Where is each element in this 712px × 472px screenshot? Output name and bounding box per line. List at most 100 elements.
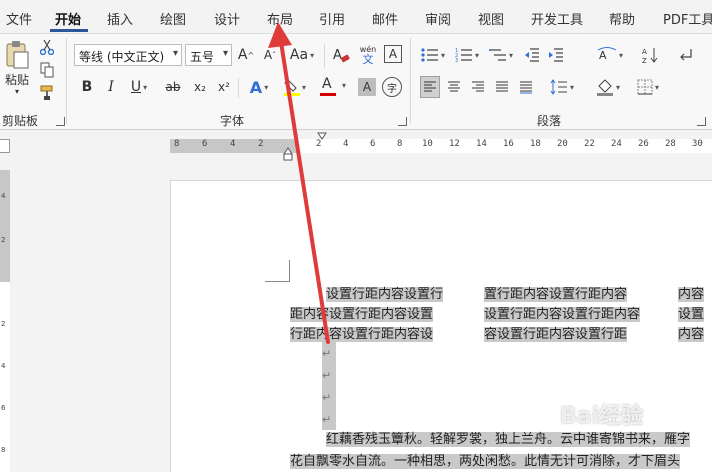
grow-font-button[interactable]: A ^ (236, 44, 256, 66)
column-3-line-1[interactable]: 内容 (678, 285, 705, 305)
shading-icon[interactable]: ▾ (592, 76, 624, 98)
align-center-icon[interactable] (444, 76, 464, 98)
change-case-button[interactable]: Aa ▾ (284, 44, 320, 66)
phonetic-guide-button[interactable]: wén 文 (356, 42, 380, 68)
tab-selector[interactable] (0, 139, 10, 153)
ruler-number: 4 (1, 192, 6, 200)
group-divider (238, 78, 239, 98)
tab-developer[interactable]: 开发工具 (531, 9, 583, 28)
tab-references[interactable]: 引用 (319, 9, 345, 28)
shrink-font-button[interactable]: Aˇ (260, 44, 280, 66)
ruler-number: 24 (611, 139, 622, 149)
indent-markers-icon[interactable] (282, 132, 328, 162)
character-border-button[interactable]: A (384, 45, 402, 63)
strikethrough-button[interactable]: ab (162, 76, 184, 98)
ruler-number: 28 (665, 139, 676, 149)
paragraph-mark-icon: ↵ (322, 391, 332, 404)
paragraph-mark-icon: ↵ (322, 347, 332, 360)
svg-text:A: A (333, 48, 342, 63)
chevron-down-icon[interactable]: ▾ (223, 48, 228, 59)
sort-icon[interactable]: AZ (640, 44, 662, 66)
tab-pdf-tools[interactable]: PDF工具 (663, 9, 712, 28)
tab-file[interactable]: 文件 (6, 9, 32, 28)
ruler-number: 22 (584, 139, 595, 149)
tab-layout[interactable]: 布局 (267, 9, 293, 28)
ruler-number: 2 (1, 320, 6, 328)
subscript-button[interactable]: x₂ (190, 76, 210, 98)
justify-icon[interactable] (492, 76, 512, 98)
column-2-line-3[interactable]: 容设置行距内容设置行距 (484, 325, 628, 345)
ruler-number: 20 (557, 139, 568, 149)
tab-draw[interactable]: 绘图 (160, 9, 186, 28)
column-3-line-2[interactable]: 设置 (678, 305, 705, 325)
font-size-value: 五号 (190, 50, 215, 64)
chinese-layout-icon[interactable]: A ▾ (594, 44, 626, 66)
align-right-icon[interactable] (468, 76, 488, 98)
group-divider (410, 38, 411, 124)
paste-label[interactable]: 粘贴 (2, 72, 32, 87)
enclose-characters-button[interactable]: 字 (382, 77, 402, 97)
column-1-line-3[interactable]: 行距内容设置行距内容设 (290, 325, 434, 345)
paragraph-launcher-icon[interactable] (697, 117, 706, 126)
character-shading-button[interactable]: A (358, 78, 376, 96)
numbering-icon[interactable]: 1 2 3 ▾ (452, 44, 482, 66)
font-name-combo[interactable]: 等线 (中文正文) ▾ (74, 44, 182, 66)
ruler-number: 14 (476, 139, 487, 149)
highlight-button[interactable]: ▾ (280, 76, 310, 98)
chevron-down-icon[interactable]: ▾ (173, 48, 178, 59)
poem-line-2[interactable]: 花自飘零水自流。一种相思，两处闲愁。此情无计可消除，才下眉头 (290, 452, 681, 472)
font-launcher-icon[interactable] (398, 117, 407, 126)
tab-mailings[interactable]: 邮件 (372, 9, 398, 28)
superscript-button[interactable]: x² (214, 76, 234, 98)
show-formatting-icon[interactable] (674, 44, 696, 66)
clipboard-launcher-icon[interactable] (56, 117, 65, 126)
clear-formatting-icon[interactable]: A (330, 44, 352, 66)
font-name-value: 等线 (中文正文) (79, 50, 165, 64)
tab-home[interactable]: 开始 (55, 9, 81, 28)
tab-review[interactable]: 审阅 (425, 9, 451, 28)
tab-help[interactable]: 帮助 (609, 9, 635, 28)
bullets-icon[interactable]: ▾ (418, 44, 448, 66)
align-left-icon[interactable] (420, 76, 440, 98)
vertical-ruler[interactable]: 4 2 2 4 6 8 (0, 170, 10, 472)
ruler-number: 18 (530, 139, 541, 149)
column-2-line-1[interactable]: 置行距内容设置行距内容 (484, 285, 628, 305)
line-spacing-icon[interactable]: ▾ (546, 76, 578, 98)
font-color-button[interactable]: A ▾ (318, 76, 348, 98)
active-tab-indicator (50, 29, 88, 32)
italic-button[interactable]: I (102, 76, 120, 98)
font-size-combo[interactable]: 五号 ▾ (185, 44, 232, 66)
column-2-line-2[interactable]: 设置行距内容设置行距内容 (484, 305, 641, 325)
increase-indent-icon[interactable] (546, 44, 566, 66)
font-group-label: 字体 (220, 114, 245, 128)
tab-insert[interactable]: 插入 (107, 9, 133, 28)
column-1-line-2[interactable]: 距内容设置行距内容设置 (290, 305, 434, 325)
copy-icon[interactable] (38, 61, 56, 79)
paste-chevron-down-icon[interactable]: ▾ (12, 86, 22, 96)
format-painter-icon[interactable] (38, 84, 56, 102)
ruler-number: 6 (1, 404, 6, 412)
clipboard-group-label: 剪贴板 (2, 114, 39, 128)
ruler-strip[interactable]: 8 6 4 2 2 4 6 8 10 12 14 16 18 20 22 24 … (170, 139, 712, 153)
ruler-number: 4 (230, 139, 236, 149)
ruler-number: 30 (692, 139, 703, 149)
ribbon: 粘贴 ▾ 剪贴板 等线 (中文正文) ▾ 五号 ▾ A ^ Aˇ Aa ▾ A wé… (0, 34, 712, 130)
paste-icon[interactable] (2, 38, 32, 72)
ruler-number: 10 (422, 139, 433, 149)
tab-design[interactable]: 设计 (214, 9, 240, 28)
column-3-line-3[interactable]: 内容 (678, 325, 705, 345)
distributed-icon[interactable] (516, 76, 536, 98)
decrease-indent-icon[interactable] (522, 44, 542, 66)
underline-button[interactable]: U ▾ (126, 76, 152, 98)
borders-icon[interactable]: ▾ (632, 76, 664, 98)
poem-line-1[interactable]: 红藕香残玉簟秋。轻解罗裳，独上兰舟。云中谁寄锦书来，雁字 (326, 430, 691, 450)
bold-button[interactable]: B (78, 76, 96, 98)
svg-text:Z: Z (642, 57, 647, 64)
ruler-number: 2 (1, 236, 6, 244)
multilevel-list-icon[interactable]: ▾ (486, 44, 516, 66)
column-1-line-1[interactable]: 设置行距内容设置行 (326, 285, 444, 305)
cut-icon[interactable] (38, 38, 56, 56)
group-divider (66, 38, 67, 124)
tab-view[interactable]: 视图 (478, 9, 504, 28)
text-effects-button[interactable]: A ▾ (244, 76, 274, 98)
